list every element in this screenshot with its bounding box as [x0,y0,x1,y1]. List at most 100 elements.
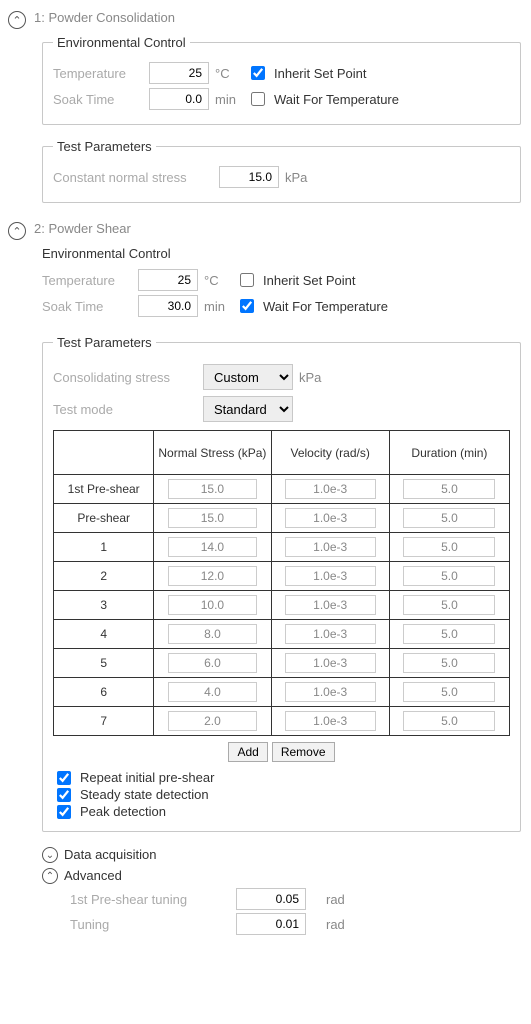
dur-input[interactable] [403,479,495,499]
row-name: 1st Pre-shear [54,475,154,504]
repeat-preshear-checkbox[interactable] [57,771,71,785]
table-row[interactable]: Pre-shear [54,504,510,533]
inherit-setpoint-label-2: Inherit Set Point [263,273,356,288]
row-name: 2 [54,562,154,591]
dur-input[interactable] [403,653,495,673]
ns-input[interactable] [168,508,258,528]
cns-input[interactable] [219,166,279,188]
dur-input[interactable] [403,624,495,644]
table-row[interactable]: 4 [54,620,510,649]
ns-input[interactable] [168,682,258,702]
step1-title: 1: Powder Consolidation [34,10,175,25]
tuning-label: Tuning [70,917,230,932]
th-dur: Duration (min) [389,431,509,475]
soak-time-label: Soak Time [53,92,143,107]
dur-input[interactable] [403,595,495,615]
soak-time-unit-2: min [204,299,230,314]
ns-input[interactable] [168,653,258,673]
table-row[interactable]: 1st Pre-shear [54,475,510,504]
inherit-setpoint-checkbox[interactable] [251,66,265,80]
remove-button[interactable]: Remove [272,742,335,762]
inherit-setpoint-checkbox-2[interactable] [240,273,254,287]
peak-detection-checkbox[interactable] [57,805,71,819]
temperature-label-2: Temperature [42,273,132,288]
peak-detection-label: Peak detection [80,804,166,819]
table-row[interactable]: 7 [54,707,510,736]
test-mode-select[interactable]: Standard [203,396,293,422]
shear-table: Normal Stress (kPa) Velocity (rad/s) Dur… [53,430,510,736]
tuning-input[interactable] [236,913,306,935]
dur-input[interactable] [403,537,495,557]
vel-input[interactable] [285,624,376,644]
vel-input[interactable] [285,653,376,673]
ns-input[interactable] [168,711,258,731]
th-name [54,431,154,475]
dur-input[interactable] [403,566,495,586]
step1-env-group: Environmental Control Temperature °C Inh… [42,35,521,125]
tuning-unit: rad [326,917,352,932]
row-name: Pre-shear [54,504,154,533]
ns-input[interactable] [168,595,258,615]
ns-input[interactable] [168,566,258,586]
row-name: 6 [54,678,154,707]
vel-input[interactable] [285,537,376,557]
soak-time-label-2: Soak Time [42,299,132,314]
row-name: 3 [54,591,154,620]
temperature-label: Temperature [53,66,143,81]
advanced-title: Advanced [64,868,122,883]
dur-input[interactable] [403,508,495,528]
soak-time-input[interactable] [149,88,209,110]
step1-tp-group: Test Parameters Constant normal stress k… [42,139,521,203]
repeat-preshear-label: Repeat initial pre-shear [80,770,214,785]
row-name: 5 [54,649,154,678]
ns-input[interactable] [168,537,258,557]
wait-temperature-checkbox[interactable] [251,92,265,106]
vel-input[interactable] [285,711,376,731]
table-row[interactable]: 5 [54,649,510,678]
dur-input[interactable] [403,711,495,731]
step1-tp-legend: Test Parameters [53,139,156,154]
daq-collapse-icon[interactable]: ⌄ [42,847,58,863]
table-row[interactable]: 2 [54,562,510,591]
steady-state-label: Steady state detection [80,787,209,802]
steady-state-checkbox[interactable] [57,788,71,802]
step1-env-legend: Environmental Control [53,35,190,50]
wait-temperature-checkbox-2[interactable] [240,299,254,313]
daq-title: Data acquisition [64,847,157,862]
add-button[interactable]: Add [228,742,267,762]
table-row[interactable]: 3 [54,591,510,620]
cns-unit: kPa [285,170,311,185]
vel-input[interactable] [285,479,376,499]
step2-collapse-icon[interactable]: ⌃ [8,222,26,240]
consolidating-stress-select[interactable]: Custom [203,364,293,390]
test-mode-label: Test mode [53,402,203,417]
temperature-input-2[interactable] [138,269,198,291]
soak-time-unit: min [215,92,241,107]
step2-title: 2: Powder Shear [34,221,131,236]
vel-input[interactable] [285,508,376,528]
wait-temperature-label-2: Wait For Temperature [263,299,388,314]
preshear-tuning-input[interactable] [236,888,306,910]
temperature-input[interactable] [149,62,209,84]
soak-time-input-2[interactable] [138,295,198,317]
row-name: 1 [54,533,154,562]
wait-temperature-label: Wait For Temperature [274,92,399,107]
row-name: 4 [54,620,154,649]
dur-input[interactable] [403,682,495,702]
table-row[interactable]: 6 [54,678,510,707]
ns-input[interactable] [168,624,258,644]
step2-env-group: Environmental Control Temperature °C Inh… [42,246,521,321]
vel-input[interactable] [285,595,376,615]
preshear-tuning-label: 1st Pre-shear tuning [70,892,230,907]
step1-collapse-icon[interactable]: ⌃ [8,11,26,29]
vel-input[interactable] [285,566,376,586]
th-vel: Velocity (rad/s) [271,431,389,475]
ns-input[interactable] [168,479,258,499]
table-row[interactable]: 1 [54,533,510,562]
th-ns: Normal Stress (kPa) [154,431,271,475]
vel-input[interactable] [285,682,376,702]
temperature-unit-2: °C [204,273,230,288]
advanced-collapse-icon[interactable]: ⌃ [42,868,58,884]
temperature-unit: °C [215,66,241,81]
consolidating-stress-unit: kPa [299,370,325,385]
